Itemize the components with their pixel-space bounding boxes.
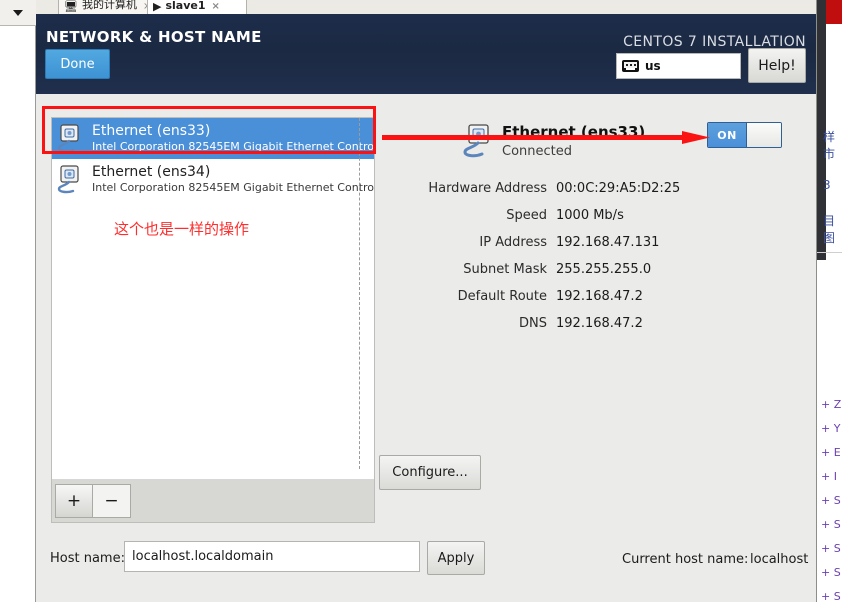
centos-installer-window: NETWORK & HOST NAME Done CENTOS 7 INSTAL… — [36, 14, 816, 602]
bg-cn-fragment: 3 — [823, 178, 831, 192]
detail-value: 255.255.255.0 — [556, 262, 652, 277]
background-app-strip: 样市 3 目图 + Z + Y + E + I + S + S + S + S … — [816, 0, 842, 602]
installer-header: NETWORK & HOST NAME Done CENTOS 7 INSTAL… — [36, 14, 816, 94]
detail-row: DNS 192.168.47.2 — [382, 316, 806, 331]
detail-value: 1000 Mb/s — [556, 208, 624, 223]
detail-key: Hardware Address — [428, 181, 547, 196]
detail-row: Default Route 192.168.47.2 — [382, 289, 806, 304]
detail-row: IP Address 192.168.47.131 — [382, 235, 806, 250]
network-adapter-icon — [56, 164, 90, 196]
detail-key: Speed — [506, 208, 547, 223]
device-name: Ethernet (ens34) — [92, 164, 211, 180]
bg-tree-item: + S — [821, 566, 841, 579]
bg-cn-fragment: 样市 — [823, 130, 836, 161]
background-red-marker — [826, 0, 842, 24]
done-button[interactable]: Done — [45, 49, 110, 79]
installer-body: Ethernet (ens33) Intel Corporation 82545… — [36, 94, 816, 602]
detail-row: Subnet Mask 255.255.255.0 — [382, 262, 806, 277]
network-on-off-toggle[interactable]: ON — [707, 122, 782, 148]
hostname-input[interactable] — [124, 541, 420, 572]
detail-connection-status: Connected — [502, 144, 573, 159]
network-adapter-icon — [56, 123, 90, 155]
chevron-down-icon — [13, 9, 23, 16]
vm-tab-label: 我的计算机 — [81, 0, 137, 11]
bg-tree-item: + S — [821, 590, 841, 602]
close-icon[interactable]: × — [212, 1, 220, 12]
vm-tab-label: slave1 — [165, 0, 206, 12]
detail-row: Hardware Address 00:0C:29:A5:D2:25 — [382, 181, 806, 196]
play-icon: ▶ — [153, 0, 162, 13]
toggle-knob[interactable] — [746, 123, 781, 147]
bg-tree-item: + Z — [821, 398, 842, 411]
annotation-note: 这个也是一样的操作 — [114, 220, 250, 238]
current-hostname-label: Current host name: — [622, 552, 749, 567]
configure-button[interactable]: Configure... — [379, 455, 481, 490]
hostname-label: Host name: — [50, 551, 125, 566]
bg-tree-item: + S — [821, 518, 841, 531]
keyboard-icon — [622, 60, 639, 72]
toggle-on-label: ON — [708, 123, 746, 147]
vm-tab-slave1[interactable]: ▶ slave1 × — [147, 0, 247, 14]
detail-key: IP Address — [479, 235, 547, 250]
device-description: Intel Corporation 82545EM Gigabit Ethern… — [92, 181, 375, 194]
divider — [817, 252, 842, 253]
help-button[interactable]: Help! — [748, 48, 806, 83]
device-details-panel: Ethernet (ens33) Connected ON Hardware A… — [382, 117, 806, 497]
device-name: Ethernet (ens33) — [92, 123, 211, 139]
bg-tree-item: + E — [821, 446, 841, 459]
network-device-list[interactable]: Ethernet (ens33) Intel Corporation 82545… — [51, 117, 375, 491]
device-description: Intel Corporation 82545EM Gigabit Ethern… — [92, 140, 375, 153]
list-item[interactable]: Ethernet (ens34) Intel Corporation 82545… — [52, 159, 374, 200]
detail-value: 00:0C:29:A5:D2:25 — [556, 181, 681, 196]
network-adapter-icon — [462, 123, 502, 161]
keyboard-layout-label: us — [645, 59, 661, 73]
keyboard-layout-indicator[interactable]: us — [616, 53, 741, 79]
apply-button[interactable]: Apply — [427, 541, 485, 575]
detail-row: Speed 1000 Mb/s — [382, 208, 806, 223]
detail-key: Default Route — [457, 289, 547, 304]
detail-device-name: Ethernet (ens33) — [502, 123, 646, 141]
add-device-button[interactable]: + — [55, 483, 93, 518]
bg-cn-fragment: 目图 — [823, 214, 836, 245]
bg-tree-item: + S — [821, 494, 841, 507]
bg-tree-item: + Y — [821, 422, 841, 435]
monitor-icon: 🖥 — [64, 0, 78, 13]
page-title: NETWORK & HOST NAME — [46, 28, 262, 46]
detail-key: DNS — [519, 316, 547, 331]
list-column-divider — [359, 118, 360, 469]
detail-value: 192.168.47.2 — [556, 289, 643, 304]
vmware-window: 🖥 我的计算机 × ▶ slave1 × 样市 3 目图 + Z + Y + E… — [0, 0, 842, 602]
bg-tree-item: + I — [821, 470, 837, 483]
bg-tree-item: + S — [821, 542, 841, 555]
remove-device-button[interactable]: − — [93, 483, 131, 518]
detail-value: 192.168.47.2 — [556, 316, 643, 331]
vm-library-sidebar — [0, 0, 36, 602]
vm-tab-bar: 🖥 我的计算机 × ▶ slave1 × — [0, 0, 842, 15]
current-hostname-value: localhost — [750, 552, 809, 567]
detail-key: Subnet Mask — [463, 262, 547, 277]
detail-value: 192.168.47.131 — [556, 235, 660, 250]
list-item[interactable]: Ethernet (ens33) Intel Corporation 82545… — [52, 118, 374, 159]
device-list-toolbar: + − — [51, 479, 375, 523]
sidebar-dropdown[interactable] — [0, 0, 36, 26]
